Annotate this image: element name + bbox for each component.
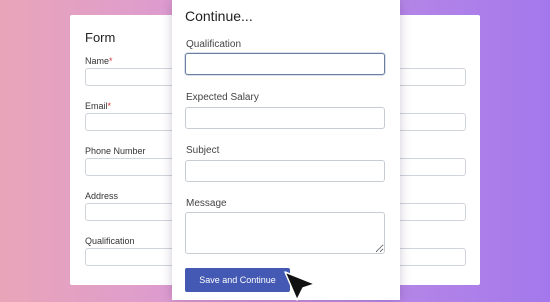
bg-address-input-right[interactable]	[398, 203, 466, 221]
subject-label: Subject	[186, 145, 220, 156]
subject-input[interactable]	[185, 160, 385, 182]
mouse-pointer-icon	[284, 271, 316, 301]
save-and-continue-button[interactable]: Save and Continue	[185, 268, 290, 292]
background-form-title: Form	[85, 30, 116, 45]
message-label: Message	[186, 198, 227, 209]
bg-email-input-right[interactable]	[398, 113, 466, 131]
bg-qualification-input-right[interactable]	[398, 248, 466, 266]
expected-salary-label: Expected Salary	[186, 92, 259, 103]
qualification-input[interactable]	[185, 53, 385, 75]
bg-name-input-right[interactable]	[398, 68, 466, 86]
bg-email-input-left[interactable]	[85, 113, 175, 131]
bg-label-qualification: Qualification	[85, 236, 135, 246]
bg-label-name: Name*	[85, 56, 113, 66]
qualification-label: Qualification	[186, 39, 242, 50]
bg-phone-input-left[interactable]	[85, 158, 175, 176]
bg-address-input-left[interactable]	[85, 203, 175, 221]
message-textarea[interactable]	[185, 212, 385, 254]
bg-name-input-left[interactable]	[85, 68, 175, 86]
continue-modal: Continue... Qualification Expected Salar…	[172, 0, 400, 300]
modal-title: Continue...	[185, 8, 253, 24]
bg-phone-input-right[interactable]	[398, 158, 466, 176]
bg-qualification-input-left[interactable]	[85, 248, 175, 266]
bg-label-phone: Phone Number	[85, 146, 146, 156]
bg-label-address: Address	[85, 191, 119, 201]
expected-salary-input[interactable]	[185, 107, 385, 129]
bg-label-email: Email*	[85, 101, 112, 111]
